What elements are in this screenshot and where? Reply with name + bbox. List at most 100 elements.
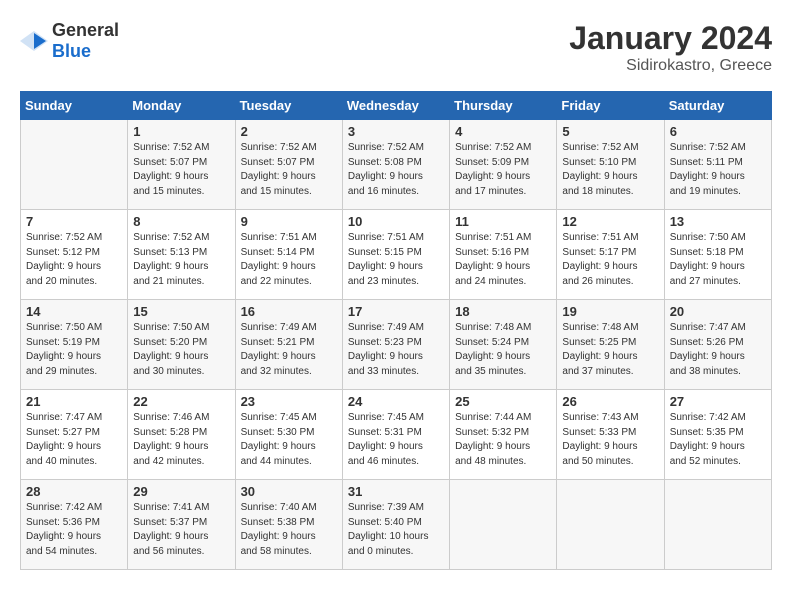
day-number: 27 [670,394,766,409]
day-number: 22 [133,394,229,409]
day-info-line: Sunrise: 7:45 AM [241,412,317,423]
calendar-cell: 1 Sunrise: 7:52 AMSunset: 5:07 PMDaylight… [128,120,235,210]
day-number: 8 [133,214,229,229]
day-info-line: Sunset: 5:24 PM [455,337,529,348]
day-info-line: and 52 minutes. [670,456,741,467]
day-number: 26 [562,394,658,409]
day-number: 10 [348,214,444,229]
day-info-line: Sunset: 5:20 PM [133,337,207,348]
day-info: Sunrise: 7:50 AMSunset: 5:19 PMDaylight:… [26,321,122,379]
day-info-line: Sunset: 5:28 PM [133,427,207,438]
day-info-line: Sunrise: 7:52 AM [133,232,209,243]
day-info: Sunrise: 7:51 AMSunset: 5:15 PMDaylight:… [348,231,444,289]
day-info-line: and 23 minutes. [348,276,419,287]
calendar-cell: 10 Sunrise: 7:51 AMSunset: 5:15 PMDayligh… [342,210,449,300]
day-info-line: Daylight: 9 hours [133,531,208,542]
day-info: Sunrise: 7:49 AMSunset: 5:21 PMDaylight:… [241,321,337,379]
day-info: Sunrise: 7:44 AMSunset: 5:32 PMDaylight:… [455,411,551,469]
day-info-line: Sunrise: 7:49 AM [241,322,317,333]
day-info-line: Sunset: 5:26 PM [670,337,744,348]
day-info-line: and 56 minutes. [133,546,204,557]
day-number: 7 [26,214,122,229]
day-info: Sunrise: 7:42 AMSunset: 5:35 PMDaylight:… [670,411,766,469]
day-info-line: and 27 minutes. [670,276,741,287]
day-info-line: Sunrise: 7:48 AM [455,322,531,333]
day-info-line: and 15 minutes. [133,186,204,197]
day-info-line: Sunrise: 7:52 AM [670,142,746,153]
day-info-line: Sunset: 5:33 PM [562,427,636,438]
day-info-line: Daylight: 9 hours [670,171,745,182]
day-info-line: Sunset: 5:27 PM [26,427,100,438]
day-number: 9 [241,214,337,229]
day-info-line: and 29 minutes. [26,366,97,377]
day-info-line: and 38 minutes. [670,366,741,377]
week-row-3: 14Sunrise: 7:50 AMSunset: 5:19 PMDayligh… [21,300,772,390]
day-info-line: Sunrise: 7:41 AM [133,502,209,513]
calendar-cell: 29Sunrise: 7:41 AMSunset: 5:37 PMDayligh… [128,480,235,570]
day-info-line: Daylight: 9 hours [26,261,101,272]
calendar-cell: 23Sunrise: 7:45 AMSunset: 5:30 PMDayligh… [235,390,342,480]
day-info-line: Daylight: 9 hours [348,171,423,182]
day-info-line: Sunset: 5:13 PM [133,247,207,258]
day-info-line: and 0 minutes. [348,546,414,557]
day-info-line: Sunset: 5:25 PM [562,337,636,348]
day-info-line: Daylight: 9 hours [455,261,530,272]
day-info-line: Daylight: 9 hours [670,441,745,452]
day-info-line: Sunrise: 7:47 AM [670,322,746,333]
calendar-cell: 20 Sunrise: 7:47 AM Sunset: 5:26 PM Dayligh… [664,300,771,390]
calendar-cell: 22 Sunrise: 7:46 AMSunset: 5:28 PMDayligh… [128,390,235,480]
day-info-line: Daylight: 9 hours [670,351,745,362]
day-info-line: Sunset: 5:08 PM [348,157,422,168]
day-info-line: Daylight: 9 hours [241,171,316,182]
calendar-cell: 12Sunrise: 7:51 AMSunset: 5:17 PMDayligh… [557,210,664,300]
day-number: 5 [562,124,658,139]
day-info-line: Sunrise: 7:39 AM [348,502,424,513]
day-info: Sunrise: 7:52 AMSunset: 5:09 PMDaylight:… [455,141,551,199]
day-info: Sunrise: 7:52 AM Sunset: 5:08 PM Daylight:… [348,141,444,199]
day-info-line: Daylight: 9 hours [241,261,316,272]
day-number: 2 [241,124,337,139]
calendar-cell: 3Sunrise: 7:52 AMSunset: 5:08 PMDaylight… [342,120,449,210]
day-info-line: Sunset: 5:30 PM [241,427,315,438]
day-info-line: Daylight: 9 hours [133,171,208,182]
day-info-line: Sunrise: 7:45 AM [348,412,424,423]
calendar-cell: 21Sunrise: 7:47 AMSunset: 5:27 PMDayligh… [21,390,128,480]
day-info: Sunrise: 7:52 AMSunset: 5:07 PMDaylight:… [133,141,229,199]
day-info-line: Sunset: 5:23 PM [348,337,422,348]
calendar-cell: 8 Sunrise: 7:52 AM Sunset: 5:13 PM Daylight… [128,210,235,300]
day-info-line: Sunrise: 7:49 AM [348,322,424,333]
day-number: 19 [562,304,658,319]
day-info-line: Daylight: 9 hours [455,171,530,182]
day-number: 29 [133,484,229,499]
day-info-line: and 35 minutes. [455,366,526,377]
day-info: Sunrise: 7:51 AMSunset: 5:16 PMDaylight:… [455,231,551,289]
day-info-line: Sunrise: 7:51 AM [241,232,317,243]
day-number: 28 [26,484,122,499]
day-info-line: Sunset: 5:36 PM [26,517,100,528]
day-info: Sunrise: 7:46 AMSunset: 5:28 PMDaylight:… [133,411,229,469]
day-number: 1 [133,124,229,139]
day-info: Sunrise: 7:43 AMSunset: 5:33 PMDaylight:… [562,411,658,469]
day-info-line: Sunrise: 7:40 AM [241,502,317,513]
day-info-line: Daylight: 9 hours [133,261,208,272]
day-info-line: Sunrise: 7:52 AM [348,142,424,153]
calendar-cell [664,480,771,570]
calendar-title: January 2024 [569,20,772,57]
day-info-line: Daylight: 9 hours [348,351,423,362]
day-info-line: Sunset: 5:18 PM [670,247,744,258]
calendar-cell: 9Sunrise: 7:51 AMSunset: 5:14 PMDaylight… [235,210,342,300]
day-info-line: and 15 minutes. [241,186,312,197]
day-info-line: Sunset: 5:10 PM [562,157,636,168]
day-number: 20 [670,304,766,319]
calendar-table: SundayMondayTuesdayWednesdayThursdayFrid… [20,91,772,570]
day-info-line: Sunset: 5:07 PM [133,157,207,168]
day-info-line: and 19 minutes. [670,186,741,197]
day-number: 6 [670,124,766,139]
day-info-line: and 24 minutes. [455,276,526,287]
calendar-cell: 18Sunrise: 7:48 AMSunset: 5:24 PMDayligh… [450,300,557,390]
calendar-subtitle: Sidirokastro, Greece [569,57,772,75]
day-number: 31 [348,484,444,499]
calendar-cell: 19Sunrise: 7:48 AMSunset: 5:25 PMDayligh… [557,300,664,390]
calendar-cell [21,120,128,210]
day-info-line: Sunset: 5:11 PM [670,157,743,168]
